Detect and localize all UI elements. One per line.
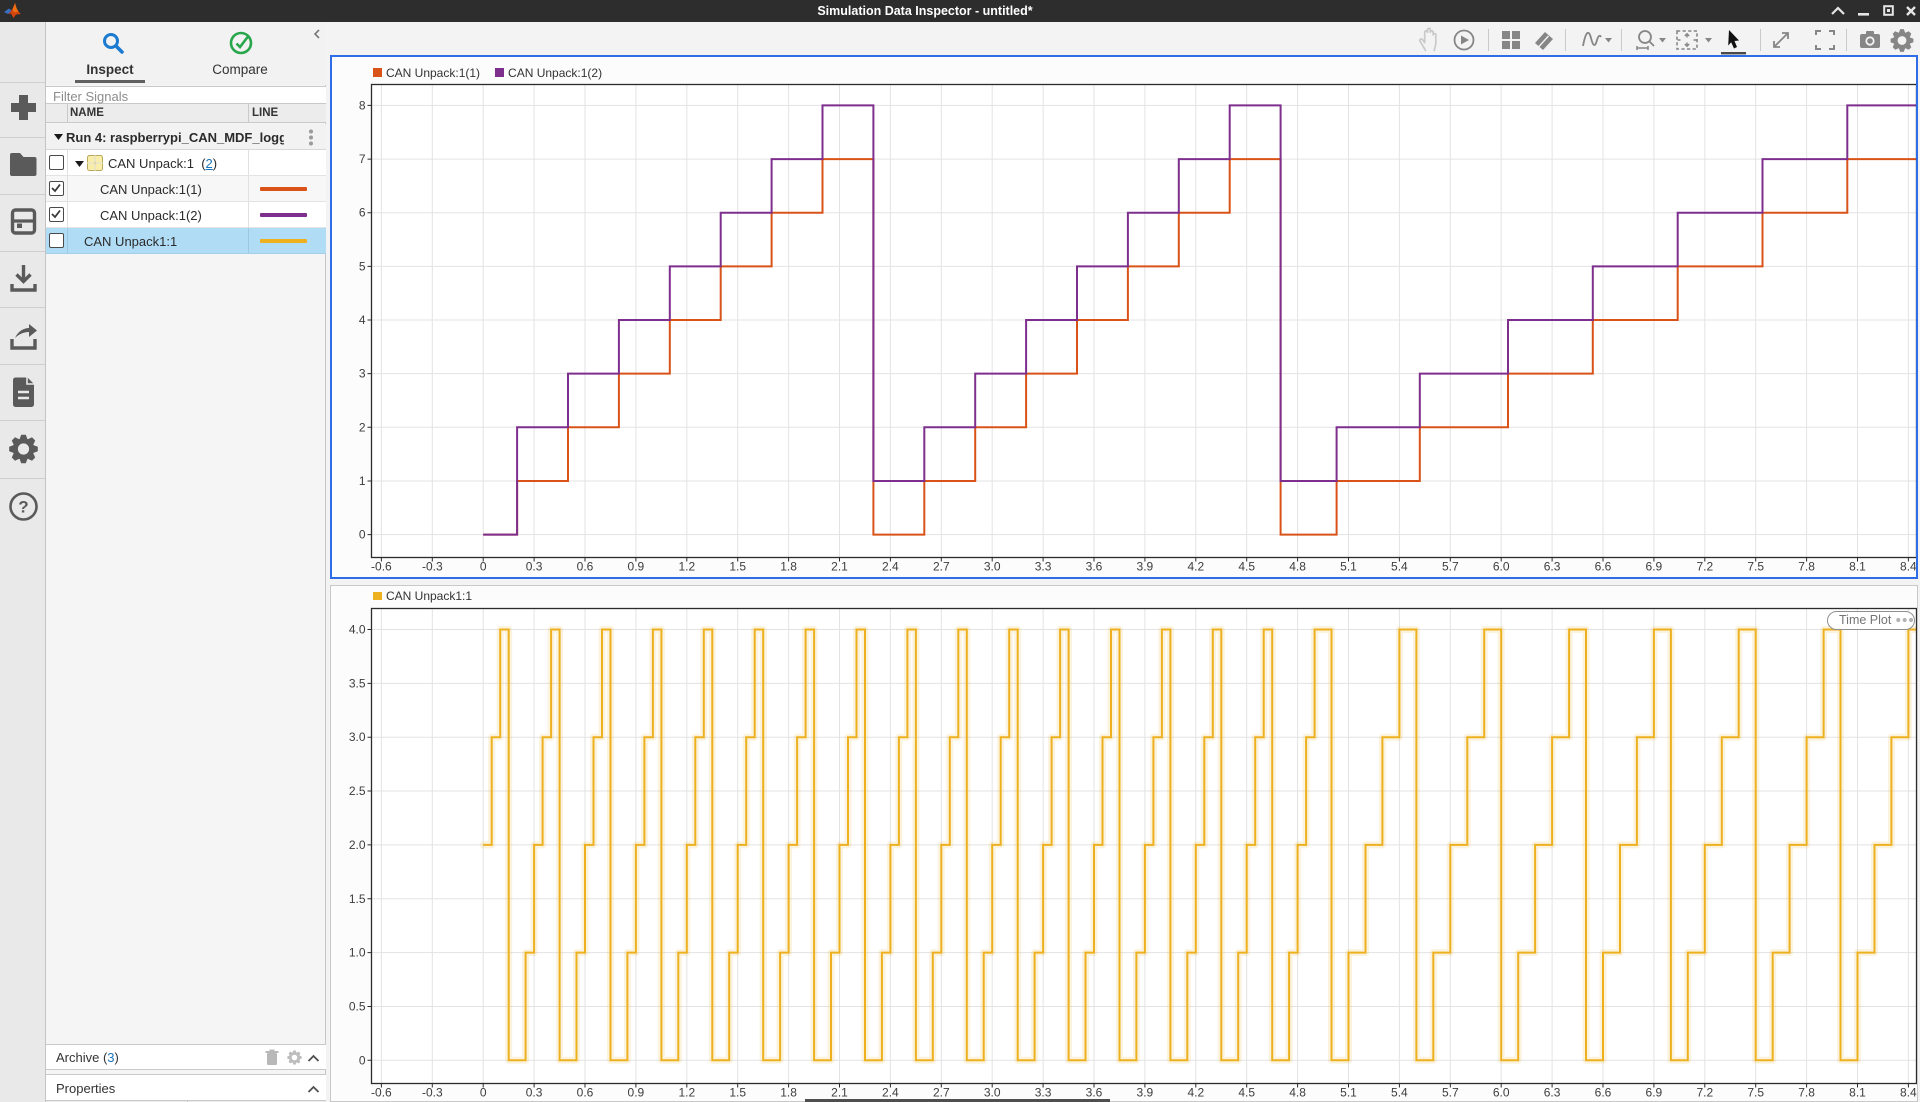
svg-text:0.3: 0.3 — [526, 560, 543, 574]
svg-text:2.5: 2.5 — [349, 784, 366, 798]
svg-text:-0.3: -0.3 — [422, 1086, 443, 1100]
svg-text:3: 3 — [359, 367, 366, 381]
svg-text:1.2: 1.2 — [678, 560, 695, 574]
svg-text:3.6: 3.6 — [1086, 560, 1103, 574]
svg-text:8.4: 8.4 — [1900, 1086, 1917, 1100]
svg-text:1.5: 1.5 — [349, 892, 366, 906]
svg-text:6.9: 6.9 — [1646, 1086, 1663, 1100]
svg-text:0.9: 0.9 — [628, 1086, 645, 1100]
svg-text:4.0: 4.0 — [349, 623, 366, 637]
svg-text:5: 5 — [359, 259, 366, 273]
svg-text:3.9: 3.9 — [1137, 560, 1154, 574]
svg-text:-0.3: -0.3 — [422, 560, 443, 574]
svg-text:5.7: 5.7 — [1442, 1086, 1459, 1100]
svg-text:0: 0 — [359, 1053, 366, 1067]
svg-text:2.7: 2.7 — [933, 1086, 950, 1100]
svg-text:0: 0 — [480, 1086, 487, 1100]
svg-text:2.1: 2.1 — [831, 560, 848, 574]
svg-text:3.0: 3.0 — [349, 730, 366, 744]
svg-text:4.8: 4.8 — [1289, 1086, 1306, 1100]
svg-text:?: ? — [18, 498, 28, 517]
svg-text:2.4: 2.4 — [882, 1086, 899, 1100]
svg-text:3.5: 3.5 — [349, 676, 366, 690]
svg-text:6.3: 6.3 — [1544, 560, 1561, 574]
svg-text:6.6: 6.6 — [1595, 560, 1612, 574]
svg-text:8: 8 — [359, 98, 366, 112]
svg-text:-0.6: -0.6 — [371, 1086, 392, 1100]
svg-text:8.1: 8.1 — [1849, 560, 1866, 574]
svg-text:1: 1 — [359, 474, 366, 488]
svg-text:0.5: 0.5 — [349, 1000, 366, 1014]
svg-text:1.8: 1.8 — [780, 1086, 797, 1100]
svg-text:7.8: 7.8 — [1798, 1086, 1815, 1100]
svg-text:3.3: 3.3 — [1035, 1086, 1052, 1100]
svg-text:0.3: 0.3 — [526, 1086, 543, 1100]
svg-text:6: 6 — [359, 206, 366, 220]
svg-text:0: 0 — [480, 560, 487, 574]
svg-text:1.5: 1.5 — [729, 1086, 746, 1100]
svg-text:6.3: 6.3 — [1544, 1086, 1561, 1100]
svg-text:8.4: 8.4 — [1900, 560, 1916, 574]
svg-text:3.9: 3.9 — [1137, 1086, 1154, 1100]
svg-text:5.7: 5.7 — [1442, 560, 1459, 574]
svg-text:8.1: 8.1 — [1849, 1086, 1866, 1100]
svg-text:7.2: 7.2 — [1696, 1086, 1713, 1100]
svg-text:4.2: 4.2 — [1187, 1086, 1204, 1100]
svg-text:2: 2 — [359, 420, 366, 434]
svg-text:3.0: 3.0 — [984, 1086, 1001, 1100]
svg-text:0.6: 0.6 — [577, 560, 594, 574]
svg-text:7.8: 7.8 — [1798, 560, 1815, 574]
svg-text:1.2: 1.2 — [678, 1086, 695, 1100]
svg-text:5.4: 5.4 — [1391, 1086, 1408, 1100]
svg-text:0.6: 0.6 — [577, 1086, 594, 1100]
svg-text:6.0: 6.0 — [1493, 1086, 1510, 1100]
svg-text:4: 4 — [359, 313, 366, 327]
svg-text:5.1: 5.1 — [1340, 1086, 1357, 1100]
svg-text:5.4: 5.4 — [1391, 560, 1408, 574]
svg-text:0: 0 — [359, 528, 366, 542]
svg-text:4.2: 4.2 — [1187, 560, 1204, 574]
svg-text:5.1: 5.1 — [1340, 560, 1357, 574]
svg-text:1.8: 1.8 — [780, 560, 797, 574]
svg-text:4.8: 4.8 — [1289, 560, 1306, 574]
svg-text:2.7: 2.7 — [933, 560, 950, 574]
svg-text:6.6: 6.6 — [1595, 1086, 1612, 1100]
svg-text:1.0: 1.0 — [349, 946, 366, 960]
svg-text:3.6: 3.6 — [1086, 1086, 1103, 1100]
svg-text:1.5: 1.5 — [729, 560, 746, 574]
svg-text:2.1: 2.1 — [831, 1086, 848, 1100]
svg-text:0.9: 0.9 — [628, 560, 645, 574]
svg-text:6.0: 6.0 — [1493, 560, 1510, 574]
svg-text:3.0: 3.0 — [984, 560, 1001, 574]
svg-text:3.3: 3.3 — [1035, 560, 1052, 574]
svg-text:7.2: 7.2 — [1696, 560, 1713, 574]
svg-text:7.5: 7.5 — [1747, 560, 1764, 574]
svg-text:4.5: 4.5 — [1238, 560, 1255, 574]
svg-text:4.5: 4.5 — [1238, 1086, 1255, 1100]
svg-text:7.5: 7.5 — [1747, 1086, 1764, 1100]
svg-text:7: 7 — [359, 152, 366, 166]
svg-text:2.4: 2.4 — [882, 560, 899, 574]
svg-text:2.0: 2.0 — [349, 838, 366, 852]
svg-text:-0.6: -0.6 — [371, 560, 392, 574]
svg-text:6.9: 6.9 — [1646, 560, 1663, 574]
